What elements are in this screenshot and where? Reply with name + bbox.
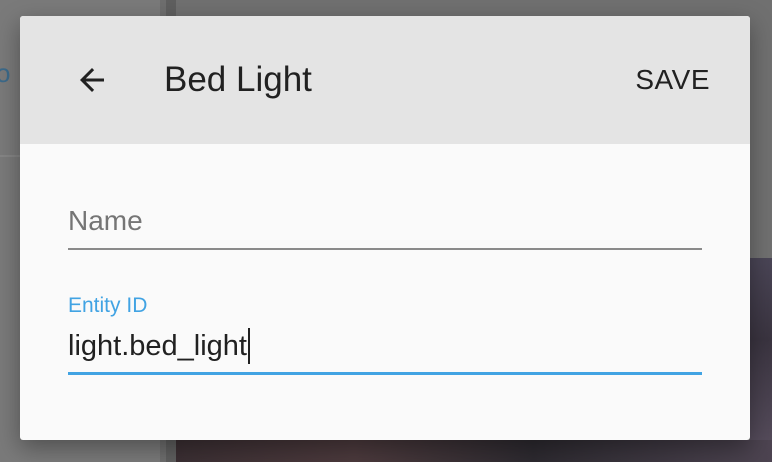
dialog-header: Bed Light SAVE xyxy=(20,16,750,144)
back-button[interactable] xyxy=(68,56,116,104)
entity-id-label: Entity ID xyxy=(68,294,148,317)
entity-id-underline-focused xyxy=(68,372,702,375)
text-cursor xyxy=(247,328,250,364)
name-input[interactable] xyxy=(68,196,702,246)
entity-settings-dialog: Bed Light SAVE Entity ID light.bed_light xyxy=(20,16,750,440)
background-image-edge xyxy=(750,258,772,462)
entity-id-field[interactable]: Entity ID light.bed_light xyxy=(68,288,702,378)
entity-id-input[interactable]: light.bed_light xyxy=(68,326,250,366)
background-image-bottom xyxy=(176,440,772,462)
name-underline xyxy=(68,248,702,250)
arrow-left-icon xyxy=(80,68,104,92)
entity-id-value: light.bed_light xyxy=(68,329,247,362)
background-partial-text: o xyxy=(0,58,11,88)
dialog-title: Bed Light xyxy=(164,60,312,99)
save-button[interactable]: SAVE xyxy=(635,60,710,100)
name-field xyxy=(68,196,702,252)
